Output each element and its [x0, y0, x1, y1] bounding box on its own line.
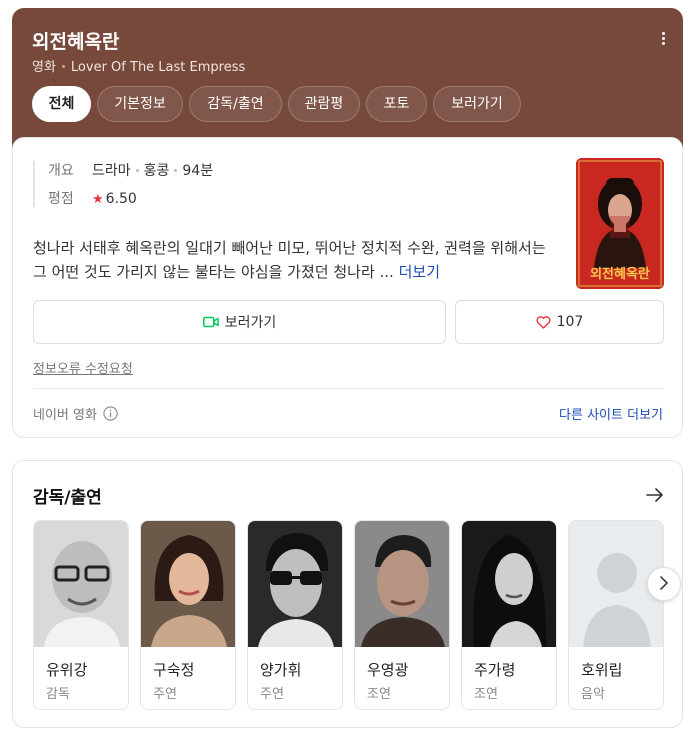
heart-icon	[536, 315, 551, 329]
poster-title-text: 외전혜옥란	[590, 266, 650, 282]
poster-image: 외전혜옥란	[576, 158, 664, 289]
cast-item[interactable]: 주가령 조연	[461, 520, 557, 710]
cast-name: 호위립	[581, 661, 623, 679]
cast-role: 조연	[367, 687, 391, 702]
cast-card: 감독/출연 유위강 감독 구숙정 주연 양가휘 주연 우영광 조연 주가령 조연…	[12, 460, 683, 728]
movie-title: 외전혜옥란	[32, 31, 120, 53]
cast-item[interactable]: 호위립 음악	[568, 520, 664, 710]
cast-role: 조연	[474, 687, 498, 702]
cast-item[interactable]: 유위강 감독	[33, 520, 129, 710]
synopsis: 청나라 서태후 혜옥란의 일대기 빼어난 미모, 뛰어난 정치적 수완, 권력을…	[33, 236, 558, 284]
cast-role: 감독	[46, 687, 70, 702]
cast-photo	[462, 521, 556, 647]
rating-label: 평점	[48, 191, 74, 207]
movie-subtitle: 영화 Lover Of The Last Empress	[32, 56, 245, 75]
video-camera-icon	[202, 316, 219, 328]
synopsis-text: 청나라 서태후 혜옥란의 일대기 빼어난 미모, 뛰어난 정치적 수완, 권력을…	[33, 239, 546, 281]
source-label: 네이버 영화	[33, 408, 97, 423]
cast-item[interactable]: 우영광 조연	[354, 520, 450, 710]
cast-photo	[248, 521, 342, 647]
info-card: 개요 드라마 홍콩 94분 평점 ★ 6.50 청나라 서태후 혜옥란의 일대기 빼어난 …	[12, 137, 683, 438]
separator-dot	[61, 65, 65, 68]
overview-label: 개요	[48, 163, 74, 179]
chevron-right-icon	[659, 575, 669, 594]
tab-basic-info[interactable]: 기본정보	[97, 86, 183, 122]
cast-list: 유위강 감독 구숙정 주연 양가휘 주연 우영광 조연 주가령 조연 호위립 음…	[33, 520, 682, 710]
cast-name: 유위강	[46, 661, 88, 679]
tab-reviews[interactable]: 관람평	[288, 86, 360, 122]
cast-role: 주연	[260, 687, 284, 702]
tab-photos[interactable]: 포토	[366, 86, 427, 122]
cast-role: 주연	[153, 687, 177, 702]
arrow-right-icon[interactable]	[646, 487, 664, 506]
more-link[interactable]: 더보기	[399, 263, 440, 281]
cast-item[interactable]: 구숙정 주연	[140, 520, 236, 710]
cast-name: 구숙정	[153, 661, 195, 679]
next-arrow-button[interactable]	[647, 567, 681, 601]
runtime: 94분	[182, 163, 214, 179]
cast-name: 우영광	[367, 661, 409, 679]
cast-role: 음악	[581, 687, 605, 702]
star-icon: ★	[92, 192, 104, 207]
rating-value: 6.50	[105, 191, 137, 207]
overview-row: 개요 드라마 홍콩 94분	[48, 160, 213, 180]
separator-dot	[174, 169, 178, 172]
watch-label: 보러가기	[224, 315, 277, 331]
like-count: 107	[556, 314, 584, 330]
tab-all[interactable]: 전체	[32, 86, 91, 122]
section-title: 감독/출연	[33, 488, 102, 508]
divider	[33, 388, 664, 389]
other-sites-link[interactable]: 다른 사이트 더보기	[559, 404, 663, 423]
tab-cast[interactable]: 감독/출연	[189, 86, 282, 122]
content-type: 영화	[32, 60, 56, 75]
watch-button[interactable]: 보러가기	[33, 300, 446, 344]
movie-poster[interactable]: 외전혜옥란	[576, 158, 664, 289]
genre: 드라마	[92, 163, 131, 179]
tab-watch[interactable]: 보러가기	[433, 86, 521, 122]
cast-photo	[141, 521, 235, 647]
cast-name: 주가령	[474, 661, 516, 679]
cast-name: 양가휘	[260, 661, 302, 679]
meta-divider	[33, 161, 35, 207]
like-button[interactable]: 107	[455, 300, 664, 344]
info-icon[interactable]	[103, 406, 118, 421]
rating-row: 평점 ★ 6.50	[48, 188, 137, 208]
country: 홍콩	[143, 163, 170, 179]
report-error-link[interactable]: 정보오류 수정요청	[33, 358, 133, 377]
kebab-menu-icon[interactable]	[657, 32, 669, 52]
source: 네이버 영화	[33, 404, 118, 423]
separator-dot	[135, 169, 139, 172]
english-title: Lover Of The Last Empress	[70, 60, 246, 75]
cast-item[interactable]: 양가휘 주연	[247, 520, 343, 710]
cast-photo	[34, 521, 128, 647]
cast-photo	[355, 521, 449, 647]
